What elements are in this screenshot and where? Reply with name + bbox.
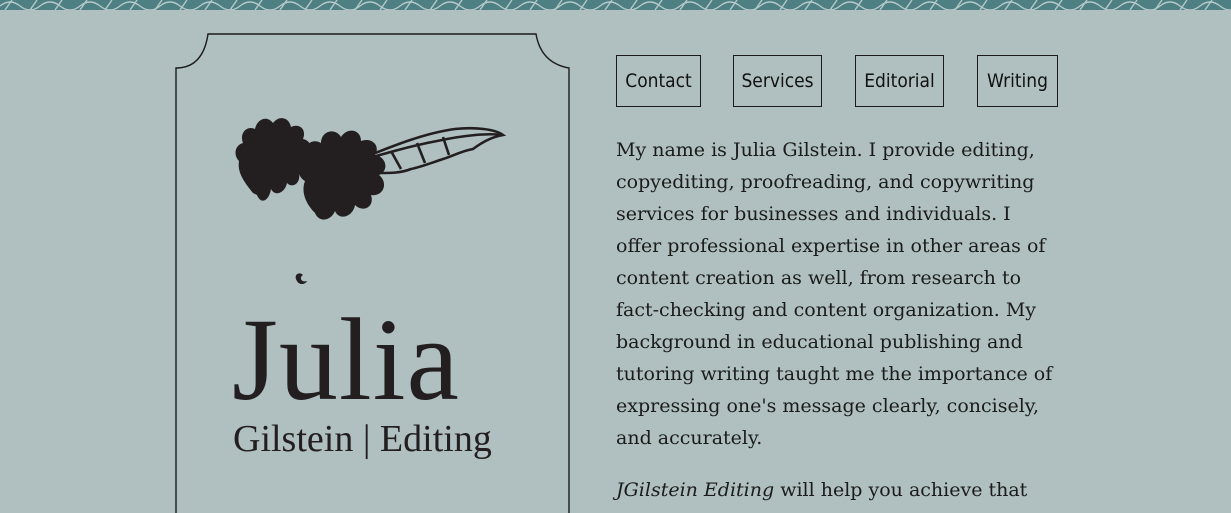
logo-name: Julia: [232, 294, 460, 425]
logo-tagline: Gilstein | Editing: [233, 418, 492, 460]
brand-name: JGilstein Editing: [616, 479, 775, 501]
nav-contact-button[interactable]: Contact: [616, 55, 701, 107]
nav-services-button[interactable]: Services: [733, 55, 822, 107]
main-content: My name is Julia Gilstein. I provide edi…: [616, 134, 1061, 506]
nav-editorial-button[interactable]: Editorial: [855, 55, 944, 107]
logo-card: Julia Gilstein | Editing: [175, 33, 570, 513]
decorative-pattern-band: [0, 0, 1231, 10]
nav-writing-button[interactable]: Writing: [977, 55, 1058, 107]
intro-paragraph: My name is Julia Gilstein. I provide edi…: [616, 139, 1053, 449]
second-paragraph: JGilstein Editing will help you achieve …: [616, 474, 1061, 506]
second-paragraph-text: will help you achieve that: [774, 479, 1028, 501]
oak-leaf-icon: [235, 118, 507, 284]
